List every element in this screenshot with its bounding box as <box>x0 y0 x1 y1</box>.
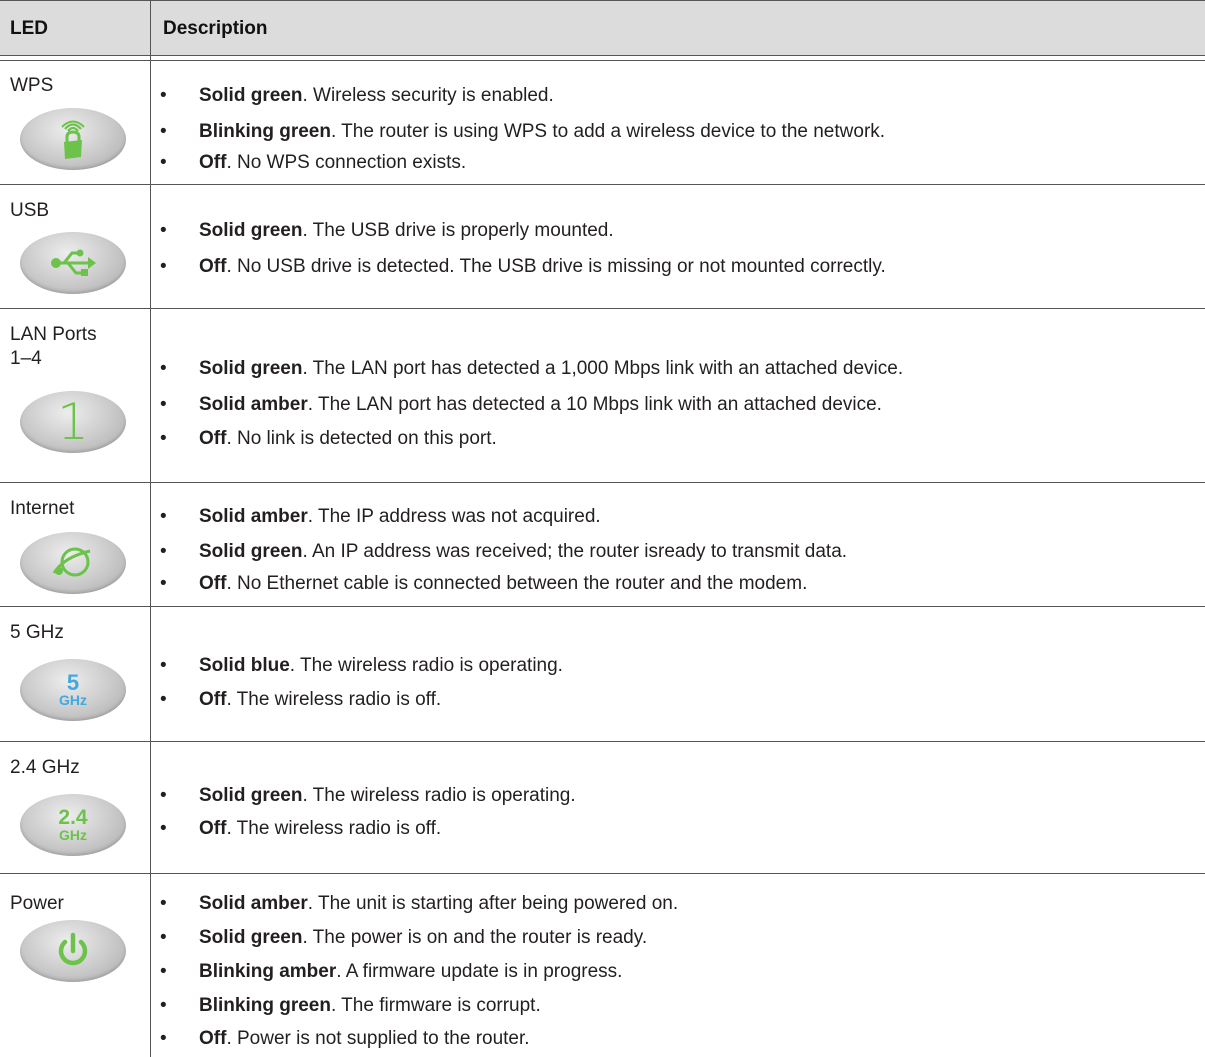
internet-globe-icon <box>20 532 126 594</box>
table-row: Internet • Solid amber. The IP address wa… <box>0 483 1205 607</box>
led-name: Power <box>10 893 64 914</box>
led-name: LAN Ports 1–4 <box>10 324 97 369</box>
table-row: USB • Solid green. The USB drive is prope… <box>0 185 1205 309</box>
wps-lock-icon <box>20 108 126 170</box>
usb-icon <box>20 232 126 294</box>
power-icon <box>20 920 126 982</box>
table-row: LAN Ports 1–4 1 • Solid green. The LAN po… <box>0 309 1205 483</box>
table-row: 5 GHz 5 GHz • Solid blue. The wireless ra… <box>0 607 1205 742</box>
header-led: LED <box>10 18 48 39</box>
led-name: 5 GHz <box>10 622 64 643</box>
led-name: Internet <box>10 498 75 519</box>
table-header: LED Description <box>0 0 1205 56</box>
led-name: WPS <box>10 75 54 96</box>
lan-port-one-icon: 1 <box>20 391 126 453</box>
two-point-four-ghz-icon: 2.4 GHz <box>20 794 126 856</box>
five-ghz-icon: 5 GHz <box>20 659 126 721</box>
led-name: USB <box>10 200 50 221</box>
table-row: WPS • Solid green. Wireless security is e… <box>0 60 1205 185</box>
table-row: 2.4 GHz 2.4 GHz • Solid green. The wirele… <box>0 742 1205 874</box>
header-description: Description <box>163 18 268 39</box>
table-row: Power • Solid amber. The unit is starting… <box>10 893 679 1049</box>
led-name: 2.4 GHz <box>10 757 80 778</box>
